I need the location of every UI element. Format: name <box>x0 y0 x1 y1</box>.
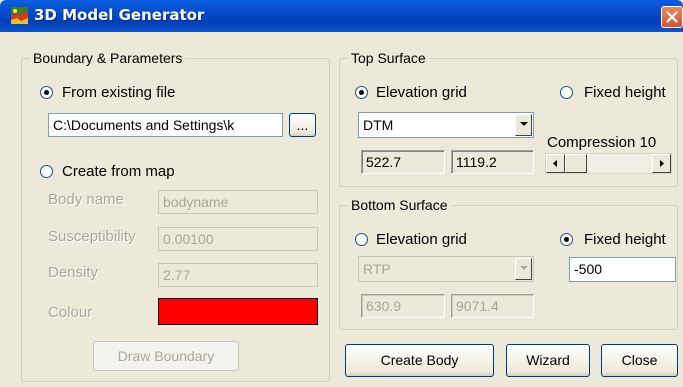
top-elevation-grid-radio[interactable] <box>355 86 368 99</box>
create-from-map-radio[interactable] <box>40 165 53 178</box>
bottom-elevation-grid-label[interactable]: Elevation grid <box>376 231 467 248</box>
scroll-thumb[interactable] <box>565 154 587 173</box>
susceptibility-field[interactable]: 0.00100 <box>158 227 318 251</box>
chevron-down-icon[interactable] <box>515 114 532 136</box>
colour-label: Colour <box>48 304 93 321</box>
body-name-field[interactable]: bodyname <box>158 190 318 214</box>
bottom-grid-select-value: RTP <box>363 261 391 277</box>
boundary-parameters-legend: Boundary & Parameters <box>33 50 183 66</box>
compression-scrollbar[interactable] <box>545 153 672 174</box>
bottom-grid-select[interactable]: RTP <box>358 256 534 282</box>
chevron-down-icon[interactable] <box>515 258 532 280</box>
bottom-fixed-height-label[interactable]: Fixed height <box>584 231 666 248</box>
close-button[interactable]: Close <box>601 344 678 377</box>
wizard-button[interactable]: Wizard <box>506 344 590 377</box>
compression-label: Compression 10 <box>547 134 657 151</box>
dialog-window: 3D Model Generator Boundary & Parameters… <box>0 0 683 387</box>
close-icon <box>666 11 678 23</box>
close-window-button[interactable] <box>661 6 683 28</box>
from-existing-file-radio[interactable] <box>40 86 53 99</box>
bottom-max-value: 9071.4 <box>451 294 534 318</box>
from-existing-file-label[interactable]: From existing file <box>62 84 175 101</box>
scroll-right-button[interactable] <box>652 154 671 173</box>
browse-button[interactable]: ... <box>289 113 316 137</box>
create-body-button[interactable]: Create Body <box>345 344 494 377</box>
body-name-label: Body name <box>48 191 124 208</box>
bottom-min-value: 630.9 <box>361 294 445 318</box>
map-icon <box>11 7 28 24</box>
susceptibility-label: Susceptibility <box>48 228 136 245</box>
top-fixed-height-label[interactable]: Fixed height <box>584 84 666 101</box>
top-max-value: 1119.2 <box>451 150 534 174</box>
bottom-elevation-grid-radio[interactable] <box>355 233 368 246</box>
arrow-right-icon <box>660 160 664 167</box>
top-fixed-height-radio[interactable] <box>560 86 573 99</box>
window-title: 3D Model Generator <box>34 6 205 24</box>
bottom-surface-legend: Bottom Surface <box>351 197 448 213</box>
top-surface-legend: Top Surface <box>351 50 426 66</box>
arrow-left-icon <box>553 160 557 167</box>
top-elevation-grid-label[interactable]: Elevation grid <box>376 84 467 101</box>
create-from-map-label[interactable]: Create from map <box>62 163 175 180</box>
title-bar[interactable]: 3D Model Generator <box>0 0 683 32</box>
top-grid-select[interactable]: DTM <box>358 112 534 138</box>
top-grid-select-value: DTM <box>363 117 394 133</box>
density-label: Density <box>48 264 99 281</box>
bottom-fixed-height-field[interactable]: -500 <box>569 257 676 282</box>
scroll-left-button[interactable] <box>546 154 565 173</box>
draw-boundary-button[interactable]: Draw Boundary <box>93 341 239 371</box>
colour-swatch[interactable] <box>158 298 318 325</box>
bottom-fixed-height-radio[interactable] <box>560 233 573 246</box>
top-min-value: 522.7 <box>361 150 445 174</box>
file-path-field[interactable]: C:\Documents and Settings\k <box>48 113 283 137</box>
density-field[interactable]: 2.77 <box>158 263 318 287</box>
